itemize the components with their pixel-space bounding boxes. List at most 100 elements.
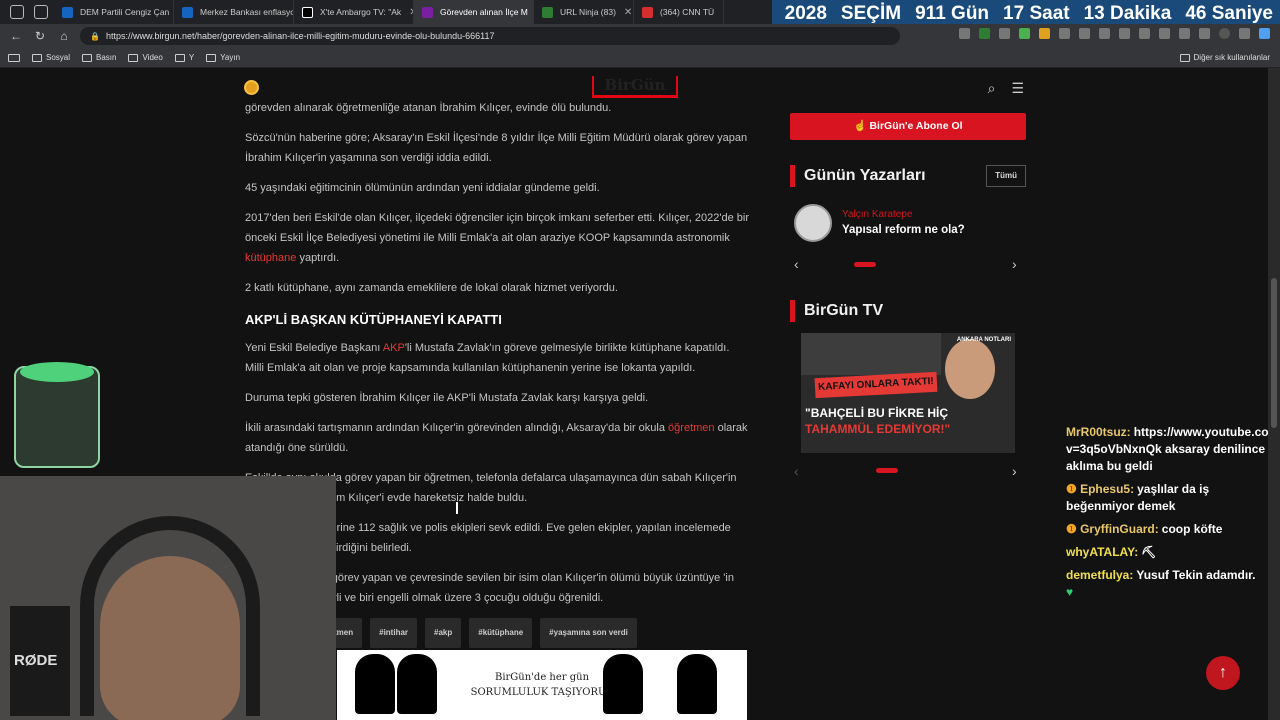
back-icon[interactable]: ← bbox=[8, 29, 24, 43]
tab-label: DEM Partili Cengiz Çan bbox=[80, 7, 170, 17]
tab-2[interactable]: X'te Ambargo TV: "Ak✕ bbox=[294, 0, 414, 24]
extension-icon[interactable] bbox=[959, 28, 970, 39]
coin-icon[interactable] bbox=[244, 80, 259, 95]
tag-kutuphane[interactable]: #kütüphane bbox=[469, 618, 533, 648]
paragraph-text: İkili arasındaki tartışmanın ardından Kı… bbox=[245, 422, 669, 434]
carousel-indicator[interactable] bbox=[854, 262, 876, 267]
subscription-banner[interactable]: BirGün'de her gün SORUMLULUK TAŞIYORUZ bbox=[337, 650, 747, 720]
tab-favicon bbox=[642, 6, 653, 18]
chevron-left-icon[interactable]: ‹ bbox=[794, 463, 799, 479]
bookmark-label: Y bbox=[188, 53, 195, 62]
arrow-up-icon: ↑ bbox=[1219, 664, 1227, 681]
tab-label: URL Ninja (83) bbox=[560, 7, 616, 17]
article-paragraph: 2 katlı kütüphane, aynı zamanda emeklile… bbox=[245, 282, 618, 294]
settings-icon[interactable] bbox=[1199, 28, 1210, 39]
article-paragraph: İkili arasındaki tartışmanın ardından Kı… bbox=[245, 418, 750, 458]
countdown-hours: 17 Saat bbox=[996, 3, 1077, 25]
chevron-left-icon[interactable]: ‹ bbox=[794, 256, 799, 272]
link-akp[interactable]: AKP bbox=[383, 342, 405, 354]
close-icon[interactable]: ✕ bbox=[624, 7, 632, 18]
tag-yasamina-son-verdi[interactable]: #yaşamına son verdi bbox=[540, 618, 637, 648]
tab-3[interactable]: Görevden alınan İlçe M✕ bbox=[414, 0, 534, 24]
bookmark-label: Yayın bbox=[220, 53, 241, 62]
author-article-title[interactable]: Yapısal reform ne ola? bbox=[842, 224, 965, 236]
extension-icon[interactable] bbox=[1039, 28, 1050, 39]
bookmark-folder-video[interactable]: Video bbox=[128, 53, 163, 62]
home-icon[interactable]: ⌂ bbox=[56, 29, 72, 43]
chat-user: demetfulya: bbox=[1066, 568, 1134, 582]
countdown-minutes-label: Dakika bbox=[1110, 3, 1172, 24]
thumbnail-notes-label: ANKARA NOTLARI bbox=[956, 337, 1011, 343]
tab-favicon bbox=[542, 6, 553, 18]
extension-icon[interactable] bbox=[1059, 28, 1070, 39]
extension-icon[interactable] bbox=[1119, 28, 1130, 39]
downloads-icon[interactable] bbox=[1179, 28, 1190, 39]
tab-overview-icon[interactable] bbox=[34, 5, 48, 19]
tag-intihar[interactable]: #intihar bbox=[370, 618, 418, 648]
paragraph-text: Yeni Eskil Belediye Başkanı bbox=[245, 342, 383, 354]
other-bookmarks[interactable]: Diğer sık kullanılanlar bbox=[1179, 53, 1270, 62]
url-field[interactable]: 🔒 https://www.birgun.net/haber/gorevden-… bbox=[80, 27, 900, 45]
site-logo[interactable]: BirGün bbox=[592, 76, 678, 98]
bookmark-folder-sosyal[interactable]: Sosyal bbox=[32, 53, 70, 62]
tab-5[interactable]: (364) CNN TÜ bbox=[634, 0, 724, 24]
tab-0[interactable]: DEM Partili Cengiz Çan bbox=[54, 0, 174, 24]
chat-message: ❶ Ephesu5: yaşlılar da iş beğenmiyor deme… bbox=[1066, 481, 1268, 515]
hamburger-menu-icon[interactable]: ☰ bbox=[1011, 80, 1024, 97]
menu-icon[interactable] bbox=[1239, 28, 1250, 39]
tag-akp[interactable]: #akp bbox=[425, 618, 462, 648]
tab-1[interactable]: Merkez Bankası enflasyo✕ bbox=[174, 0, 294, 24]
folder-icon bbox=[82, 53, 93, 62]
author-avatar bbox=[794, 204, 832, 242]
page-scrollbar[interactable] bbox=[1268, 68, 1280, 720]
link-kutuphane[interactable]: kütüphane bbox=[245, 252, 296, 264]
tag-list: tmen #intihar #akp #kütüphane #yaşamına … bbox=[325, 618, 750, 648]
writers-section-title: Günün Yazarları Tümü bbox=[790, 165, 1026, 187]
favorites-icon[interactable] bbox=[1139, 28, 1150, 39]
jar-top bbox=[20, 362, 94, 382]
scroll-to-top-button[interactable]: ↑ bbox=[1206, 656, 1240, 690]
tab-4[interactable]: URL Ninja (83) ✕ bbox=[534, 0, 634, 24]
bookmark-folder-basin[interactable]: Basın bbox=[82, 53, 116, 62]
video-thumbnail[interactable]: ANKARA NOTLARI KAFAYI ONLARA TAKTI! "BAH… bbox=[801, 333, 1015, 453]
green-jar-overlay bbox=[14, 362, 100, 468]
search-icon[interactable]: ⌕ bbox=[988, 80, 996, 97]
author-name[interactable]: Yalçın Karatepe bbox=[842, 209, 912, 220]
link-ogretmen[interactable]: öğretmen bbox=[668, 422, 714, 434]
copilot-icon[interactable] bbox=[1259, 28, 1270, 39]
tab-actions-icon[interactable] bbox=[10, 5, 24, 19]
tv-title-text: BirGün TV bbox=[804, 302, 884, 319]
countdown-hours-value: 17 bbox=[1003, 3, 1025, 24]
all-writers-button[interactable]: Tümü bbox=[986, 165, 1026, 187]
folder-icon bbox=[32, 53, 42, 62]
subscribe-button[interactable]: ☝ BirGün'e Abone Ol bbox=[790, 113, 1026, 140]
tab-favicon bbox=[62, 6, 73, 18]
avatar[interactable] bbox=[1219, 28, 1230, 39]
lock-icon: 🔒 bbox=[90, 31, 100, 41]
tv-section-title: BirGün TV bbox=[790, 300, 1026, 322]
web-page: BirGün ⌕ ☰ görevden alınarak öğretmenliğ… bbox=[0, 68, 1268, 720]
chat-overlay: MrR00tsuz:https://www.youtube.com/watch?… bbox=[1066, 424, 1268, 607]
extension-icon[interactable] bbox=[979, 28, 990, 39]
reload-icon[interactable]: ↻ bbox=[32, 29, 48, 43]
green-heart-icon: ♥ bbox=[1066, 585, 1074, 599]
article-paragraph: Yeni Eskil Belediye Başkanı AKP'li Musta… bbox=[245, 338, 750, 378]
countdown-days-value: 911 bbox=[915, 3, 946, 24]
chevron-right-icon[interactable]: › bbox=[1012, 256, 1017, 272]
collections-icon[interactable] bbox=[1159, 28, 1170, 39]
countdown-days: 911 Gün bbox=[908, 3, 996, 25]
bookmark-reading-icon[interactable] bbox=[8, 53, 20, 62]
chevron-right-icon[interactable]: › bbox=[1012, 463, 1017, 479]
bookmark-folder-yayin[interactable]: Yayın bbox=[206, 53, 240, 62]
article-paragraph: 45 yaşındaki eğitimcinin ölümünün ardınd… bbox=[245, 182, 600, 194]
writers-title-text: Günün Yazarları bbox=[804, 167, 926, 184]
scrollbar-thumb[interactable] bbox=[1271, 278, 1277, 428]
countdown-hours-label: Saat bbox=[1029, 3, 1070, 24]
chat-message: whyATALAY: ⛏ bbox=[1066, 544, 1268, 561]
carousel-indicator[interactable] bbox=[876, 468, 898, 473]
extension-icon[interactable] bbox=[1079, 28, 1090, 39]
extension-icon[interactable] bbox=[1099, 28, 1110, 39]
extension-icon[interactable] bbox=[999, 28, 1010, 39]
bookmark-folder-y[interactable]: Y bbox=[174, 53, 195, 62]
extension-icon[interactable] bbox=[1019, 28, 1030, 39]
